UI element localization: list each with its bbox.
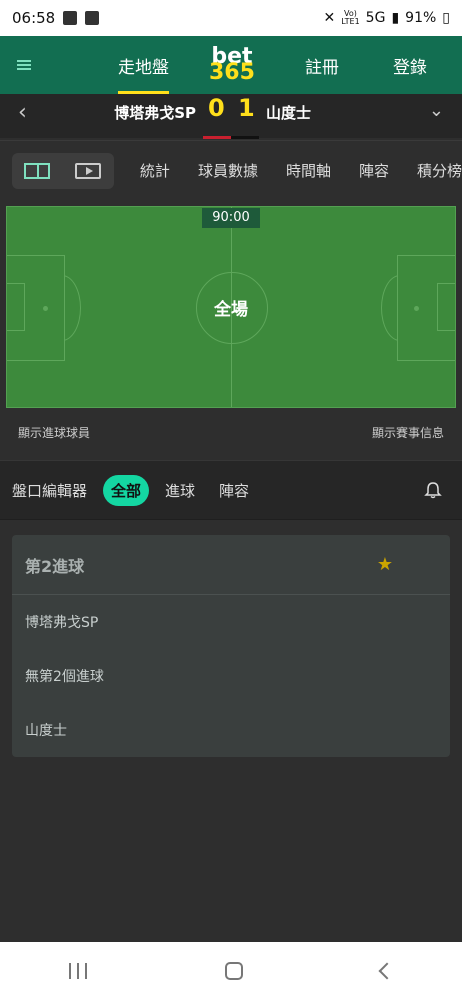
team-color-bar [203,136,259,139]
gallery-icon [63,11,78,25]
away-team-name: 山度士 [266,104,312,122]
status-time: 06:58 [12,9,56,27]
logo-text-bottom: 365 [209,60,255,85]
signal-icon: ▮ [391,10,400,26]
show-goalscorers-link[interactable]: 顯示進球球員 [18,424,90,441]
tab-timeline[interactable]: 時間軸 [286,160,331,181]
volte-icon: Vo) LTE1 [341,9,360,26]
match-pitch[interactable]: 90:00 全場 [6,206,456,408]
market-header[interactable]: 第2進球 ★ [12,535,450,595]
network-label: 5G [365,10,386,26]
top-nav: 走地盤 bet 365 註冊 登錄 [0,36,462,94]
bet365-logo[interactable]: bet 365 [209,46,255,85]
home-score: 0 [208,94,225,122]
market-title: 第2進球 [25,556,85,576]
nav-in-play-label: 走地盤 [118,57,169,78]
score-bar: ‹ 博塔弗戈SP 0 1 山度士 ⌄ [0,94,462,138]
tab-player-stats[interactable]: 球員數據 [198,160,258,181]
battery-icon: ▯ [442,10,450,26]
recent-apps-icon[interactable] [69,963,87,979]
battery-level: 91% [405,10,437,26]
back-nav-icon[interactable] [378,962,396,980]
nav-login-label: 登錄 [392,57,427,78]
market-card: 第2進球 ★ 博塔弗戈SP 無第2個進球 山度士 [12,535,450,757]
filter-lineup[interactable]: 陣容 [219,480,249,501]
pitch-footer: 顯示進球球員 顯示賽事信息 [0,414,462,458]
nav-in-play[interactable]: 走地盤 [118,36,169,94]
mute-icon: ✕ [323,10,336,26]
match-clock: 90:00 [202,208,260,228]
star-icon[interactable]: ★ [377,554,393,575]
pitch-view-icon[interactable] [24,162,51,179]
home-team-name: 博塔弗戈SP [114,104,196,122]
market-option[interactable]: 山度士 [12,703,450,757]
market-editor-button[interactable]: 盤口編輯器 [12,480,87,501]
tab-standings[interactable]: 積分榜 [417,160,462,181]
chevron-down-icon[interactable]: ⌄ [429,100,444,121]
menu-icon[interactable] [0,58,48,72]
nav-login[interactable]: 登錄 [393,36,427,94]
market-option-label: 山度士 [25,723,67,739]
home-icon[interactable] [225,962,243,980]
market-option[interactable]: 無第2個進球 [12,649,450,703]
nav-register-label: 註冊 [304,57,339,78]
view-toggle [12,152,114,189]
status-bar: 06:58 ✕ Vo) LTE1 5G ▮ 91% ▯ [0,0,462,36]
market-filter-bar: 盤口編輯器 全部 進球 陣容 [0,460,462,520]
away-score: 1 [238,94,255,122]
video-play-icon[interactable] [75,162,102,179]
show-match-info-link[interactable]: 顯示賽事信息 [372,424,444,441]
filter-all[interactable]: 全部 [103,474,150,506]
tab-stats[interactable]: 統計 [140,160,170,181]
nav-register[interactable]: 註冊 [305,36,339,94]
tab-lineup[interactable]: 陣容 [359,160,389,181]
back-icon[interactable]: ‹ [18,100,27,125]
checkbox-icon [85,11,100,25]
market-option[interactable]: 博塔弗戈SP [12,595,450,649]
bell-icon[interactable] [424,481,442,499]
market-option-label: 博塔弗戈SP [25,615,99,631]
system-nav-bar [0,942,462,1000]
filter-goals[interactable]: 進球 [165,480,195,501]
pitch-status-label: 全場 [214,300,248,320]
market-option-label: 無第2個進球 [25,669,104,685]
match-tabs: 統計 球員數據 時間軸 陣容 積分榜 [0,140,462,200]
